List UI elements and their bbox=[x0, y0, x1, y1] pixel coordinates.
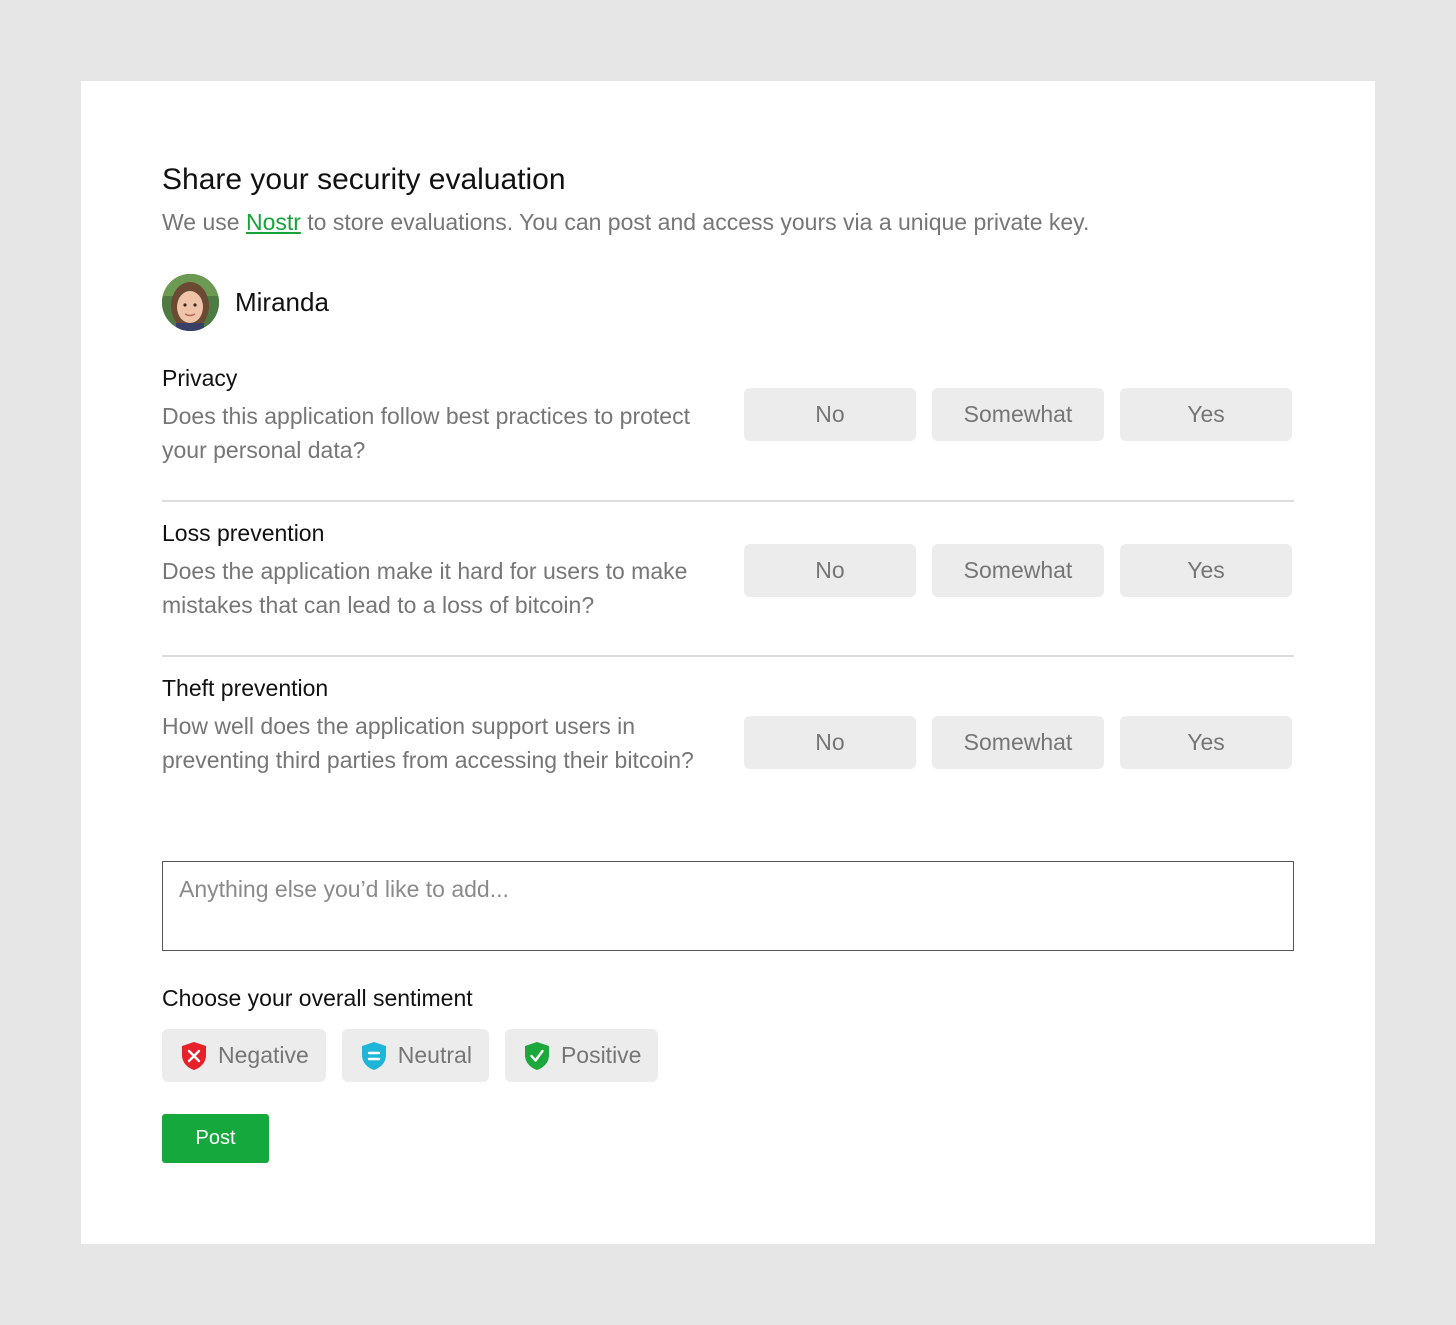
sentiment-label: Negative bbox=[218, 1042, 309, 1068]
question-title: Privacy bbox=[162, 365, 238, 391]
question-text: Does the application make it hard for us… bbox=[162, 558, 688, 618]
avatar bbox=[162, 273, 219, 331]
subtitle-text-after: to store evaluations. You can post and a… bbox=[300, 209, 1090, 235]
page-subtitle: We use Nostr to store evaluations. You c… bbox=[162, 209, 1089, 236]
divider bbox=[162, 500, 1294, 502]
evaluation-card: Share your security evaluation We use No… bbox=[81, 81, 1375, 1244]
answer-no-button[interactable]: No bbox=[744, 388, 916, 441]
nostr-link[interactable]: Nostr bbox=[246, 209, 301, 235]
question-title: Loss prevention bbox=[162, 520, 325, 546]
user-name: Miranda bbox=[235, 286, 329, 317]
answer-options: No Somewhat Yes bbox=[744, 716, 1292, 769]
answer-yes-button[interactable]: Yes bbox=[1120, 544, 1292, 597]
answer-options: No Somewhat Yes bbox=[744, 388, 1292, 441]
sentiment-label: Neutral bbox=[397, 1042, 472, 1068]
subtitle-text-before: We use bbox=[162, 209, 246, 235]
sentiment-title: Choose your overall sentiment bbox=[162, 985, 473, 1011]
comment-input[interactable] bbox=[162, 861, 1294, 951]
shield-equals-icon bbox=[360, 1041, 388, 1071]
answer-somewhat-button[interactable]: Somewhat bbox=[932, 544, 1104, 597]
shield-check-icon bbox=[523, 1041, 551, 1071]
sentiment-neutral-button[interactable]: Neutral bbox=[341, 1029, 489, 1082]
post-button[interactable]: Post bbox=[162, 1114, 269, 1163]
sentiment-label: Positive bbox=[560, 1042, 642, 1068]
answer-options: No Somewhat Yes bbox=[744, 544, 1292, 597]
divider bbox=[162, 655, 1294, 657]
answer-yes-button[interactable]: Yes bbox=[1120, 388, 1292, 441]
sentiment-positive-button[interactable]: Positive bbox=[504, 1029, 659, 1082]
answer-somewhat-button[interactable]: Somewhat bbox=[932, 716, 1104, 769]
sentiment-negative-button[interactable]: Negative bbox=[162, 1029, 326, 1082]
question-title: Theft prevention bbox=[162, 675, 329, 701]
question-text: How well does the application support us… bbox=[162, 713, 694, 773]
shield-x-icon bbox=[180, 1041, 208, 1071]
user-info: Miranda bbox=[162, 273, 329, 331]
answer-no-button[interactable]: No bbox=[744, 716, 916, 769]
answer-yes-button[interactable]: Yes bbox=[1120, 716, 1292, 769]
question-text: Does this application follow best practi… bbox=[162, 403, 690, 463]
answer-somewhat-button[interactable]: Somewhat bbox=[932, 388, 1104, 441]
answer-no-button[interactable]: No bbox=[744, 544, 916, 597]
sentiment-options: Negative Neutral Positive bbox=[162, 1029, 659, 1082]
page-title: Share your security evaluation bbox=[162, 163, 566, 196]
